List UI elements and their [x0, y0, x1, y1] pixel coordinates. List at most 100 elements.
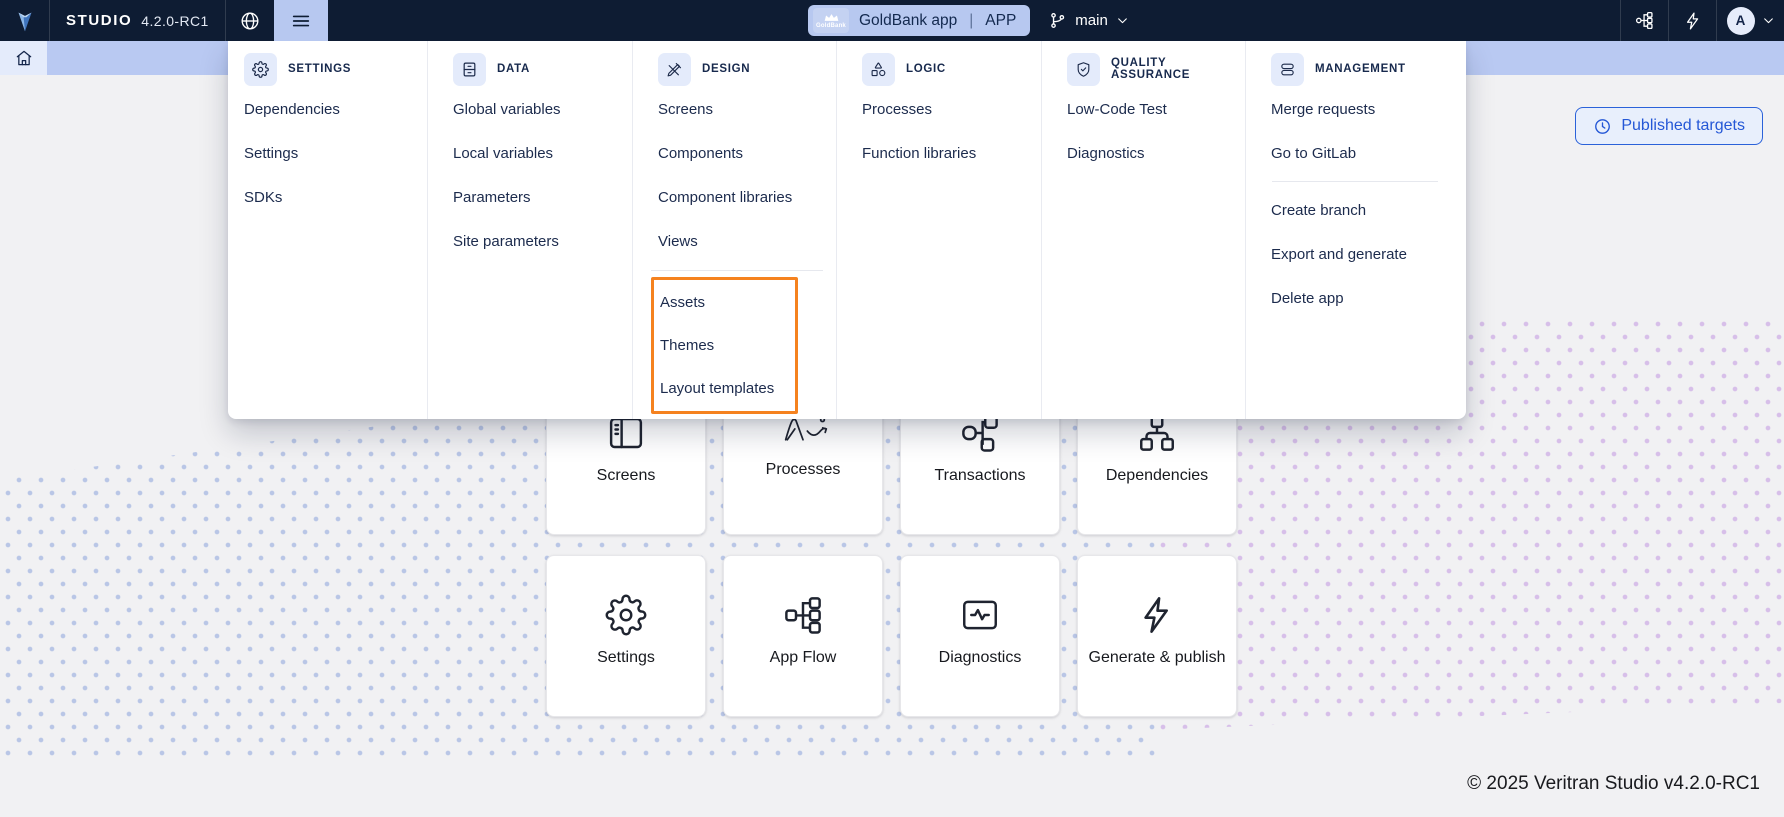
menu-column-title: QUALITY ASSURANCE	[1111, 57, 1245, 81]
avatar[interactable]: A	[1727, 7, 1755, 35]
copyright-footer: © 2025 Veritran Studio v4.2.0-RC1	[1467, 773, 1760, 795]
gear-icon	[244, 53, 277, 86]
menu-item-sdks[interactable]: SDKs	[244, 175, 427, 219]
published-targets-button[interactable]: Published targets	[1575, 107, 1763, 145]
menu-column-quality-assurance: QUALITY ASSURANCE Low-Code Test Diagnost…	[1041, 41, 1245, 419]
published-targets-label: Published targets	[1621, 117, 1745, 135]
menu-column-design: DESIGN Screens Components Component libr…	[632, 41, 836, 419]
generate-publish-button[interactable]	[1668, 0, 1716, 41]
menu-column-header: DATA	[453, 51, 632, 87]
chevron-down-icon	[1116, 14, 1129, 27]
language-globe-button[interactable]	[226, 0, 274, 41]
menu-item-local-variables[interactable]: Local variables	[453, 131, 632, 175]
home-icon	[14, 48, 34, 68]
shield-check-icon	[1067, 53, 1100, 86]
menu-item-component-libraries[interactable]: Component libraries	[658, 175, 836, 219]
card-label: Transactions	[935, 467, 1026, 485]
goldbank-logo: GoldBank	[813, 8, 849, 33]
gear-icon	[605, 594, 647, 636]
menu-column-header: DESIGN	[658, 51, 836, 87]
veritran-logo-icon	[12, 8, 38, 34]
user-menu[interactable]: A	[1716, 0, 1784, 41]
menu-column-logic: LOGIC Processes Function libraries	[836, 41, 1041, 419]
crown-icon	[824, 13, 839, 22]
menu-divider	[651, 270, 823, 271]
menu-item-processes[interactable]: Processes	[862, 87, 1041, 131]
card-label: Settings	[597, 649, 655, 667]
app-badge-separator: |	[967, 12, 975, 30]
shortcut-cards-grid: Screens Processes Transactions	[546, 373, 1237, 717]
menu-item-views[interactable]: Views	[658, 219, 836, 263]
design-highlight-box: Assets Themes Layout templates	[651, 277, 798, 414]
menu-item-components[interactable]: Components	[658, 131, 836, 175]
menu-column-settings: SETTINGS Dependencies Settings SDKs	[228, 41, 427, 419]
menu-item-low-code-test[interactable]: Low-Code Test	[1067, 87, 1245, 131]
menu-item-function-libraries[interactable]: Function libraries	[862, 131, 1041, 175]
app-badge[interactable]: GoldBank GoldBank app | APP	[808, 5, 1030, 36]
hamburger-icon	[290, 10, 312, 32]
menu-column-title: MANAGEMENT	[1315, 63, 1406, 75]
diagnostics-icon	[959, 594, 1001, 636]
menu-column-header: MANAGEMENT	[1271, 51, 1466, 87]
menu-item-merge-requests[interactable]: Merge requests	[1271, 87, 1466, 131]
card-label: Screens	[597, 467, 656, 485]
stack-icon	[1271, 53, 1304, 86]
branch-name: main	[1075, 12, 1108, 29]
menu-item-site-parameters[interactable]: Site parameters	[453, 219, 632, 263]
menu-column-title: DATA	[497, 63, 530, 75]
menu-item-dependencies[interactable]: Dependencies	[244, 87, 427, 131]
card-settings[interactable]: Settings	[546, 555, 706, 717]
shapes-icon	[862, 53, 895, 86]
card-generate-publish[interactable]: Generate & publish	[1077, 555, 1237, 717]
top-bar: STUDIO 4.2.0-RC1 GoldBank GoldBank app |…	[0, 0, 1784, 41]
home-button[interactable]	[0, 41, 47, 75]
menu-item-assets[interactable]: Assets	[660, 281, 795, 324]
topbar-right: A	[1620, 0, 1784, 41]
app-name: GoldBank app	[859, 12, 957, 30]
veritran-logo[interactable]	[0, 0, 50, 41]
main-menu-button[interactable]	[274, 0, 328, 41]
bolt-icon	[1683, 11, 1703, 31]
menu-column-header: SETTINGS	[244, 51, 427, 87]
integrations-button[interactable]	[1620, 0, 1668, 41]
menu-item-layout-templates[interactable]: Layout templates	[660, 367, 795, 410]
menu-item-themes[interactable]: Themes	[660, 324, 795, 367]
card-label: Processes	[766, 461, 841, 479]
bolt-icon	[1136, 594, 1178, 636]
clock-icon	[1593, 117, 1612, 136]
app-type: APP	[985, 12, 1016, 30]
branch-selector[interactable]: main	[1048, 11, 1129, 30]
menu-item-global-variables[interactable]: Global variables	[453, 87, 632, 131]
git-branch-icon	[1048, 11, 1067, 30]
menu-item-screens[interactable]: Screens	[658, 87, 836, 131]
pencil-ruler-icon	[658, 53, 691, 86]
menu-item-create-branch[interactable]: Create branch	[1271, 188, 1466, 232]
main-mega-menu: SETTINGS Dependencies Settings SDKs DATA…	[228, 41, 1466, 419]
card-label: Generate & publish	[1089, 649, 1226, 667]
card-diagnostics[interactable]: Diagnostics	[900, 555, 1060, 717]
app-flow-icon	[782, 594, 824, 636]
card-label: Dependencies	[1106, 467, 1208, 485]
menu-item-delete-app[interactable]: Delete app	[1271, 276, 1466, 320]
menu-item-diagnostics[interactable]: Diagnostics	[1067, 131, 1245, 175]
menu-divider	[1272, 181, 1438, 182]
menu-item-export-and-generate[interactable]: Export and generate	[1271, 232, 1466, 276]
menu-item-settings[interactable]: Settings	[244, 131, 427, 175]
goldbank-logo-text: GoldBank	[816, 23, 846, 29]
product-name: STUDIO	[66, 12, 132, 29]
data-cabinet-icon	[453, 53, 486, 86]
card-label: App Flow	[770, 649, 837, 667]
menu-column-header: LOGIC	[862, 51, 1041, 87]
menu-column-title: DESIGN	[702, 63, 750, 75]
menu-column-title: LOGIC	[906, 63, 946, 75]
chevron-down-icon	[1762, 14, 1775, 27]
topbar-center: GoldBank GoldBank app | APP main	[808, 0, 1129, 41]
menu-item-parameters[interactable]: Parameters	[453, 175, 632, 219]
menu-column-management: MANAGEMENT Merge requests Go to GitLab C…	[1245, 41, 1466, 419]
flow-nodes-icon	[1634, 10, 1655, 31]
card-label: Diagnostics	[939, 649, 1022, 667]
card-app-flow[interactable]: App Flow	[723, 555, 883, 717]
menu-item-go-to-gitlab[interactable]: Go to GitLab	[1271, 131, 1466, 175]
product-version: 4.2.0-RC1	[141, 13, 208, 29]
menu-column-header: QUALITY ASSURANCE	[1067, 51, 1245, 87]
